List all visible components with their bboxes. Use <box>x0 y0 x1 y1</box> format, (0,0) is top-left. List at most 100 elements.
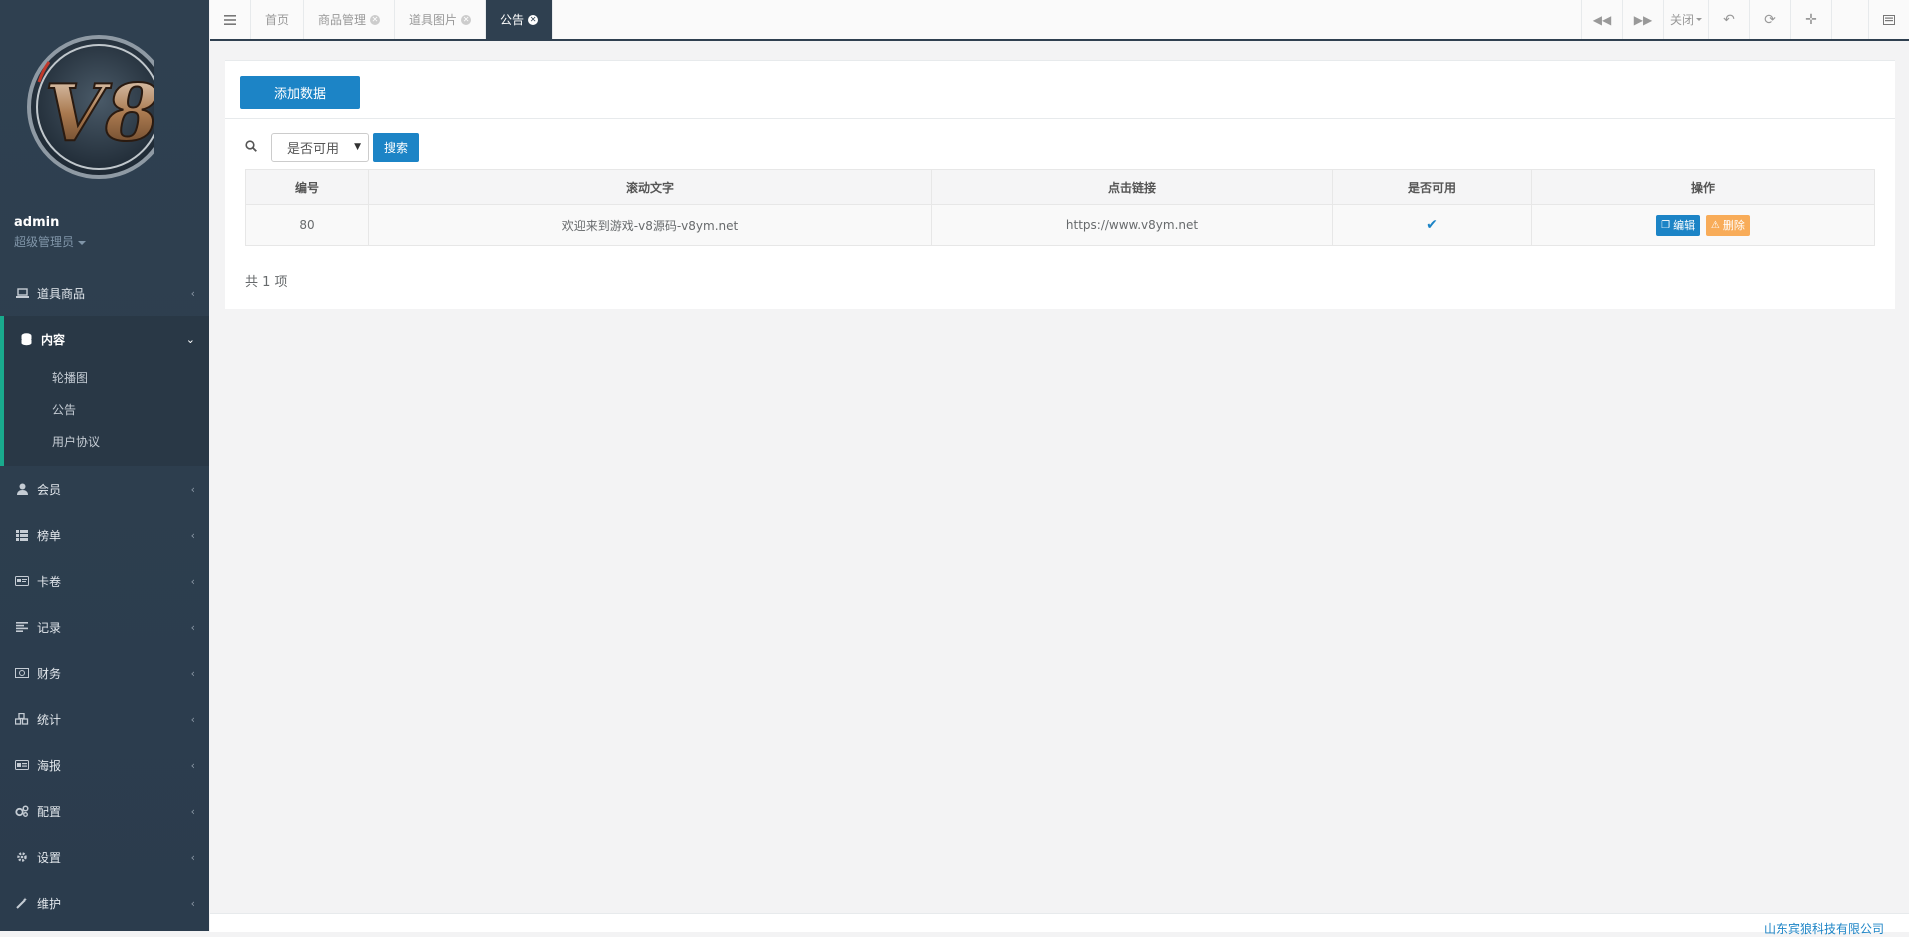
sidebar-item-finance[interactable]: 财务 ‹ <box>0 650 209 696</box>
sidebar-item-label: 维护 <box>37 896 62 911</box>
tab-toolbar: ◀◀ ▶▶ 关闭 ↶ ⟳ ✛ <box>1581 0 1909 39</box>
add-data-button[interactable]: 添加数据 <box>240 76 360 109</box>
chevron-left-icon: ‹ <box>190 482 195 496</box>
sidebar-item-content[interactable]: 内容 ⌄ <box>4 316 209 362</box>
user-icon <box>15 482 29 496</box>
close-tabs-label: 关闭 <box>1669 13 1694 27</box>
sidebar: V8 admin 超级管理员 道具商品 ‹ 内容 ⌄ 轮播图 公告 用户协议 会… <box>0 0 209 931</box>
reply-icon: ↶ <box>1723 11 1735 28</box>
chevron-down-icon: ⌄ <box>185 332 195 346</box>
laptop-icon <box>15 286 29 300</box>
magic-wand-icon <box>15 896 29 910</box>
close-tab-icon[interactable]: ✕ <box>461 14 472 25</box>
scroll-tabs-right-button[interactable]: ▶▶ <box>1622 0 1663 39</box>
refresh-button[interactable]: ⟳ <box>1749 0 1790 39</box>
tab-goods-management[interactable]: 商品管理 ✕ <box>304 0 396 39</box>
image-card-icon <box>15 758 29 772</box>
chevron-left-icon: ‹ <box>190 286 195 300</box>
right-sidebar-toggle-button[interactable] <box>1868 0 1909 39</box>
chevron-left-icon: ‹ <box>190 574 195 588</box>
user-name: admin <box>14 215 60 230</box>
tab-bar: 首页 商品管理 ✕ 道具图片 ✕ 公告 ✕ ◀◀ ▶▶ 关闭 ↶ ⟳ ✛ <box>210 0 1909 41</box>
footer: 山东宾狼科技有限公司 <box>210 913 1909 936</box>
chevron-left-icon: ‹ <box>190 850 195 864</box>
chevron-left-icon: ‹ <box>190 528 195 542</box>
list-icon <box>15 528 29 542</box>
tab-label: 商品管理 <box>318 13 367 27</box>
caret-down-icon <box>78 240 87 245</box>
refresh-icon: ⟳ <box>1764 11 1776 28</box>
money-icon <box>15 666 29 680</box>
sidebar-item-label: 财务 <box>37 666 62 681</box>
delete-button[interactable]: ⚠ 删除 <box>1705 214 1750 236</box>
tab-notice[interactable]: 公告 ✕ <box>486 0 554 39</box>
search-icon <box>245 139 259 156</box>
sidebar-item-members[interactable]: 会员 ‹ <box>0 466 209 512</box>
user-role-label: 超级管理员 <box>14 235 75 249</box>
edit-label: 编辑 <box>1673 219 1696 232</box>
sidebar-group-content: 内容 ⌄ 轮播图 公告 用户协议 <box>0 316 209 466</box>
sidebar-item-label: 榜单 <box>37 528 62 543</box>
sidebar-subitem-agreement[interactable]: 用户协议 <box>4 426 209 458</box>
back-button[interactable]: ↶ <box>1708 0 1749 39</box>
cell-link: https://www.v8ym.net <box>931 204 1333 246</box>
sidebar-subitem-carousel[interactable]: 轮播图 <box>4 362 209 394</box>
column-header[interactable]: 是否可用 <box>1332 169 1532 205</box>
table-row: 80 欢迎来到游戏-v8源码-v8ym.net https://www.v8ym… <box>245 204 1875 246</box>
cell-id: 80 <box>245 204 369 246</box>
select-value: 是否可用 <box>287 142 340 157</box>
copy-icon: ❐ <box>1661 219 1671 231</box>
sidebar-subitem-notice[interactable]: 公告 <box>4 394 209 426</box>
user-profile[interactable]: admin 超级管理员 <box>14 215 87 250</box>
sidebar-item-poster[interactable]: 海报 ‹ <box>0 742 209 788</box>
search-button[interactable]: 搜索 <box>373 133 419 162</box>
edit-button[interactable]: ❐ 编辑 <box>1656 214 1701 236</box>
footer-company: 山东宾狼科技有限公司 <box>1763 922 1884 936</box>
sidebar-item-cards[interactable]: 卡卷 ‹ <box>0 558 209 604</box>
tab-label: 道具图片 <box>409 13 458 27</box>
sidebar-item-label: 配置 <box>37 804 62 819</box>
sidebar-item-config[interactable]: 配置 ‹ <box>0 788 209 834</box>
caret-down-icon <box>1696 18 1702 21</box>
user-role-dropdown[interactable]: 超级管理员 <box>14 233 87 250</box>
hamburger-icon <box>224 14 236 25</box>
tab-home[interactable]: 首页 <box>251 0 305 39</box>
spacer-button <box>1831 0 1868 39</box>
chevron-left-icon: ‹ <box>190 896 195 910</box>
align-left-icon <box>15 620 29 634</box>
column-header: 操作 <box>1531 169 1875 205</box>
cogs-icon <box>15 804 29 818</box>
sidebar-item-label: 记录 <box>37 620 62 635</box>
delete-label: 删除 <box>1722 219 1745 232</box>
sidebar-item-settings[interactable]: 设置 ‹ <box>0 834 209 880</box>
menu-toggle-button[interactable] <box>210 0 251 39</box>
sidebar-item-props[interactable]: 道具商品 ‹ <box>0 270 209 316</box>
content-panel: 添加数据 是否可用 ▼ 搜索 编号 滚动文字 点击链接 是否可用 操作 80 欢… <box>225 60 1895 309</box>
chevron-left-icon: ‹ <box>190 712 195 726</box>
logo-text: V8 <box>45 68 154 159</box>
column-header[interactable]: 点击链接 <box>931 169 1333 205</box>
close-tab-icon[interactable]: ✕ <box>528 14 539 25</box>
fullscreen-button[interactable]: ✛ <box>1790 0 1831 39</box>
enabled-filter-select[interactable]: 是否可用 ▼ <box>271 133 369 162</box>
column-header[interactable]: 编号 <box>245 169 369 205</box>
close-tab-icon[interactable]: ✕ <box>370 14 381 25</box>
sidebar-item-label: 海报 <box>37 758 62 773</box>
sidebar-item-label: 设置 <box>37 850 62 865</box>
card-icon <box>15 574 29 588</box>
sidebar-item-label: 内容 <box>41 332 66 347</box>
chevron-left-icon: ‹ <box>190 758 195 772</box>
close-tabs-dropdown[interactable]: 关闭 <box>1663 0 1708 39</box>
sidebar-item-records[interactable]: 记录 ‹ <box>0 604 209 650</box>
sidebar-item-ranking[interactable]: 榜单 ‹ <box>0 512 209 558</box>
scroll-tabs-left-button[interactable]: ◀◀ <box>1581 0 1622 39</box>
database-icon <box>19 332 33 346</box>
table-header-row: 编号 滚动文字 点击链接 是否可用 操作 <box>245 169 1875 205</box>
sidebar-item-maintenance[interactable]: 维护 ‹ <box>0 880 209 926</box>
sidebar-item-stats[interactable]: 统计 ‹ <box>0 696 209 742</box>
move-arrows-icon: ✛ <box>1805 11 1817 28</box>
column-header[interactable]: 滚动文字 <box>368 169 932 205</box>
cell-actions: ❐ 编辑 ⚠ 删除 <box>1531 204 1875 246</box>
tab-prop-images[interactable]: 道具图片 ✕ <box>395 0 487 39</box>
notice-table: 编号 滚动文字 点击链接 是否可用 操作 80 欢迎来到游戏-v8源码-v8ym… <box>245 169 1875 246</box>
